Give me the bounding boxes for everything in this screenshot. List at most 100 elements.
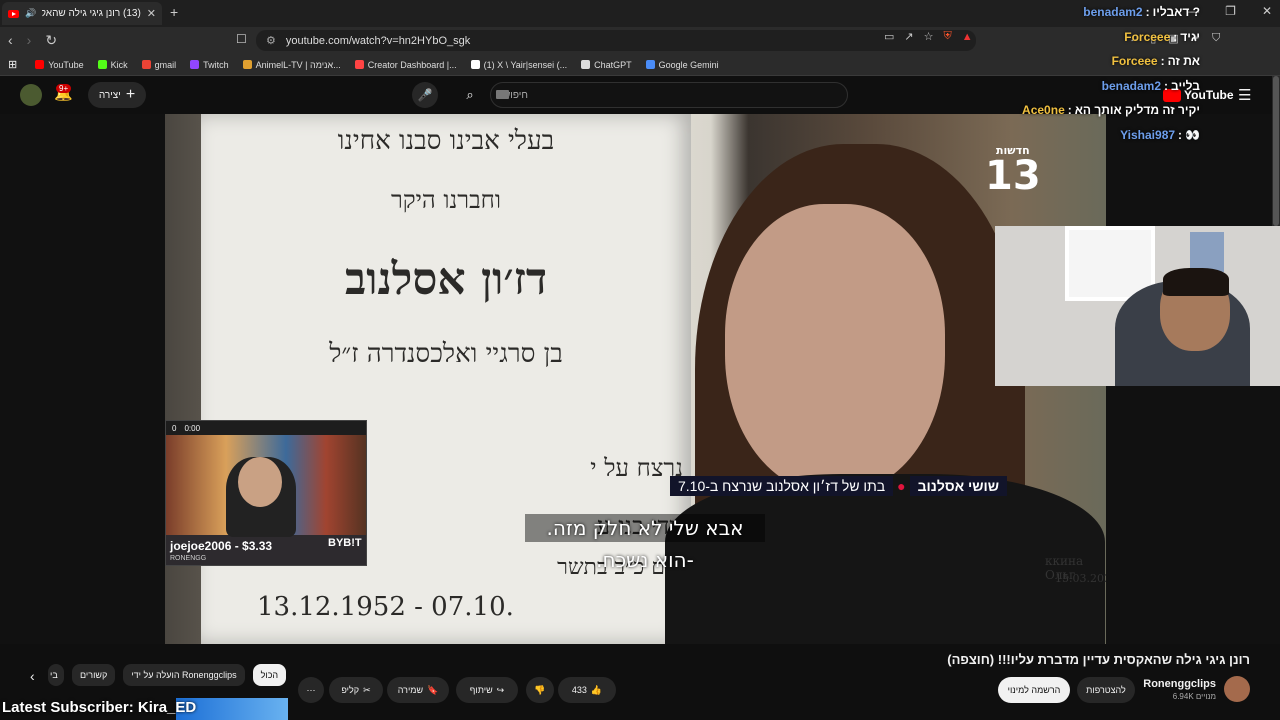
sponsor-logo: BYB!T <box>328 537 362 549</box>
bookmark-item[interactable]: Twitch <box>190 60 229 70</box>
chat-username: Ace0ne <box>1022 103 1065 118</box>
menu-icon[interactable]: ☰ <box>1238 86 1251 104</box>
bookmark-label: Creator Dashboard |... <box>367 59 457 70</box>
bookmark-favicon-icon <box>581 60 591 69</box>
rewards-icon[interactable]: ▲ <box>962 31 973 43</box>
bookmark-item[interactable]: YouTube <box>35 60 84 70</box>
streamer-webcam-overlay: 0 0:00 joejoe2006 - $3.33 RONENGG BYB!T <box>165 420 367 566</box>
bookmark-item[interactable]: Creator Dashboard |... <box>354 59 457 70</box>
bookmark-label: Kick <box>110 59 128 70</box>
share-icon: ↪ <box>496 684 505 695</box>
score-1: 0 <box>172 423 177 433</box>
back-icon[interactable]: ‹ <box>8 32 13 49</box>
bookmark-favicon-icon <box>242 60 252 69</box>
keyboard-icon[interactable] <box>496 90 509 99</box>
subtitle-line-2: -הוא נשכח. <box>596 548 694 572</box>
chat-username: Forceee <box>1124 29 1171 44</box>
account-avatar[interactable] <box>20 84 42 106</box>
like-button[interactable]: 433 👍 <box>558 677 616 703</box>
site-info-icon[interactable]: ⚙ <box>266 34 276 47</box>
bookmark-item[interactable]: Kick <box>97 59 128 70</box>
cast-icon[interactable]: ▭ <box>884 30 894 43</box>
bookmark-label: (1) X \ Yair|sensei (... <box>483 59 568 70</box>
chat-text: בלייב <box>1171 78 1200 93</box>
reload-icon[interactable]: ↻ <box>45 32 57 49</box>
star-icon[interactable]: ☆ <box>924 30 934 43</box>
chat-message: בלייב : benadam2 <box>1030 74 1200 99</box>
bookmark-favicon-icon <box>141 60 151 69</box>
new-tab-button[interactable]: + <box>170 4 178 20</box>
bookmark-favicon-icon <box>470 60 480 69</box>
create-button[interactable]: יצירה + <box>88 82 146 108</box>
related-filter-chips: בי קשורים הועלה על ידי Ronenggclips הכול <box>48 664 287 686</box>
chip-uploaded-by[interactable]: הועלה על ידי Ronenggclips <box>123 664 245 686</box>
bookmark-label: ChatGPT <box>594 59 632 70</box>
latest-subscriber-overlay: Latest Subscriber: Kira_ED <box>2 699 197 716</box>
voice-search-icon[interactable]: 🎤 <box>412 82 438 108</box>
search-input[interactable]: חיפוש <box>490 82 848 108</box>
subscriber-count: 6.94K מנויים <box>1172 692 1216 701</box>
bookmark-favicon-icon <box>35 60 45 69</box>
join-button[interactable]: להצטרפות <box>1077 677 1135 703</box>
subscribe-button[interactable]: הרשמה למינוי <box>998 677 1070 703</box>
chat-separator: : <box>1178 127 1183 142</box>
maximize-icon[interactable]: ❐ <box>1225 4 1236 18</box>
search-icon[interactable]: ⌕ <box>452 82 488 108</box>
share-page-icon[interactable]: ↗ <box>904 30 913 43</box>
bookmark-item[interactable]: (1) X \ Yair|sensei (... <box>470 59 568 70</box>
chip-partial[interactable]: בי <box>48 664 64 686</box>
lower-third-desc: בתו של דז׳ון אסלנוב שנרצח ב-7.10 <box>670 476 894 496</box>
scrollbar[interactable] <box>1272 76 1280 226</box>
video-title: רונן גיגי גילה שהאקסית עדיין מדברת עליו!… <box>947 652 1250 667</box>
audio-icon[interactable]: 🔊 <box>25 8 36 19</box>
like-count: 433 <box>571 685 587 695</box>
vpn-icon[interactable]: ⛉ <box>1212 32 1220 45</box>
youtube-favicon-icon <box>8 9 19 18</box>
chat-text: יגיד <box>1180 29 1200 44</box>
chat-text: יקיר זה מדליק אותך הא <box>1074 103 1200 118</box>
address-bar[interactable]: ⚙ youtube.com/watch?v=hn2HYbO_sgk <box>256 30 976 51</box>
donation-text: joejoe2006 - $3.33 <box>170 539 273 553</box>
chat-username: Yishai987 <box>1120 127 1176 142</box>
bookmark-icon: 🔖 <box>427 684 439 695</box>
browser-tab[interactable]: 🔊 (13) רונן גיגי גילה שהאקסית ע ✕ <box>2 2 162 25</box>
chevron-left-icon[interactable]: ‹ <box>30 668 35 684</box>
side-plaque-date: 15.03.202 <box>1055 572 1106 585</box>
channel-name[interactable]: Ronenggclips <box>1130 678 1216 690</box>
reactor-hair <box>1163 268 1229 296</box>
bookmark-label: Google Gemini <box>658 59 719 70</box>
more-actions-icon[interactable]: ⋯ <box>298 677 324 703</box>
clip-label: קליפ <box>341 685 360 695</box>
chat-separator: : <box>1067 103 1072 118</box>
close-window-icon[interactable]: ✕ <box>1262 4 1272 18</box>
bookmark-page-icon[interactable]: ☐ <box>236 32 247 46</box>
notification-badge: 9+ <box>56 84 72 93</box>
bookmark-label: gmail <box>154 59 177 70</box>
apps-icon[interactable]: ⊞ <box>8 58 17 71</box>
brave-shield-icon[interactable]: ⛨ <box>944 30 952 43</box>
stone-line: בעלי אבינו סבנו אחינו <box>337 126 555 156</box>
chat-username: benadam2 <box>1083 5 1143 20</box>
save-button[interactable]: שמירה 🔖 <box>387 677 449 703</box>
webcam-status-bar: 0 0:00 <box>166 421 366 435</box>
plus-icon: + <box>125 86 136 103</box>
address-bar-actions: ▭ ↗ ☆ ⛨ ▲ <box>884 30 973 43</box>
chat-separator: : <box>1173 29 1178 44</box>
stone-line: דז׳ון אסלנוב <box>344 254 548 305</box>
scissors-icon: ✂ <box>363 684 371 695</box>
chat-username: Forceee <box>1111 54 1158 69</box>
close-tab-icon[interactable]: ✕ <box>147 7 156 20</box>
chip-all[interactable]: הכול <box>252 664 287 686</box>
forward-icon[interactable]: › <box>27 32 32 49</box>
bookmark-item[interactable]: AnimelL-TV | אנימה... <box>242 60 341 70</box>
share-button[interactable]: שיתוף ↪ <box>456 677 518 703</box>
chat-text: 👀 <box>1185 127 1200 142</box>
chip-related[interactable]: קשורים <box>72 664 116 686</box>
poster-background <box>1190 232 1224 272</box>
bookmark-item[interactable]: Google Gemini <box>645 59 719 70</box>
bookmark-item[interactable]: gmail <box>141 59 177 70</box>
bookmark-item[interactable]: ChatGPT <box>581 60 632 70</box>
dislike-button[interactable]: 👎 <box>526 677 554 703</box>
channel-avatar[interactable] <box>1224 676 1250 702</box>
clip-button[interactable]: קליפ ✂ <box>329 677 383 703</box>
